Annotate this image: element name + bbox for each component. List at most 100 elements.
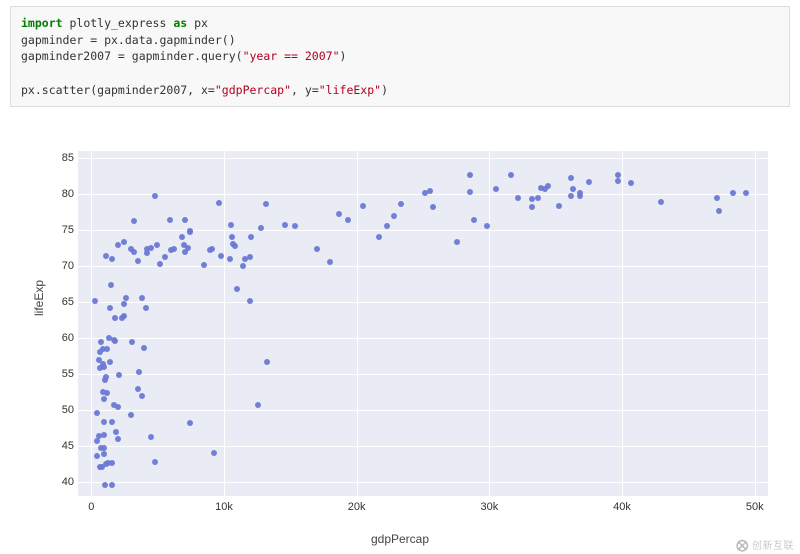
data-point[interactable] (493, 186, 499, 192)
data-point[interactable] (92, 298, 98, 304)
data-point[interactable] (716, 208, 722, 214)
data-point[interactable] (398, 201, 404, 207)
data-point[interactable] (152, 193, 158, 199)
data-point[interactable] (228, 222, 234, 228)
data-point[interactable] (529, 196, 535, 202)
data-point[interactable] (187, 420, 193, 426)
data-point[interactable] (168, 247, 174, 253)
data-point[interactable] (240, 263, 246, 269)
data-point[interactable] (94, 453, 100, 459)
data-point[interactable] (101, 432, 107, 438)
data-point[interactable] (216, 200, 222, 206)
data-point[interactable] (109, 256, 115, 262)
data-point[interactable] (730, 190, 736, 196)
data-point[interactable] (109, 419, 115, 425)
data-point[interactable] (430, 204, 436, 210)
data-point[interactable] (360, 203, 366, 209)
data-point[interactable] (255, 402, 261, 408)
data-point[interactable] (264, 359, 270, 365)
data-point[interactable] (282, 222, 288, 228)
data-point[interactable] (570, 186, 576, 192)
data-point[interactable] (167, 217, 173, 223)
data-point[interactable] (103, 461, 109, 467)
data-point[interactable] (515, 195, 521, 201)
data-point[interactable] (121, 301, 127, 307)
data-point[interactable] (94, 410, 100, 416)
data-point[interactable] (98, 339, 104, 345)
data-point[interactable] (577, 190, 583, 196)
data-point[interactable] (586, 179, 592, 185)
data-point[interactable] (115, 436, 121, 442)
data-point[interactable] (201, 262, 207, 268)
data-point[interactable] (111, 402, 117, 408)
data-point[interactable] (556, 203, 562, 209)
data-point[interactable] (508, 172, 514, 178)
data-point[interactable] (327, 259, 333, 265)
data-point[interactable] (157, 261, 163, 267)
data-point[interactable] (471, 217, 477, 223)
data-point[interactable] (714, 195, 720, 201)
data-point[interactable] (207, 247, 213, 253)
data-point[interactable] (128, 412, 134, 418)
data-point[interactable] (109, 482, 115, 488)
data-point[interactable] (182, 217, 188, 223)
data-point[interactable] (384, 223, 390, 229)
data-point[interactable] (232, 243, 238, 249)
data-point[interactable] (101, 445, 107, 451)
data-point[interactable] (227, 256, 233, 262)
data-point[interactable] (135, 258, 141, 264)
data-point[interactable] (336, 211, 342, 217)
data-point[interactable] (107, 359, 113, 365)
data-point[interactable] (108, 282, 114, 288)
data-point[interactable] (542, 186, 548, 192)
data-point[interactable] (743, 190, 749, 196)
data-point[interactable] (101, 396, 107, 402)
data-point[interactable] (314, 246, 320, 252)
data-point[interactable] (141, 345, 147, 351)
data-point[interactable] (103, 253, 109, 259)
data-point[interactable] (258, 225, 264, 231)
data-point[interactable] (263, 201, 269, 207)
data-point[interactable] (102, 482, 108, 488)
data-point[interactable] (187, 229, 193, 235)
data-point[interactable] (113, 429, 119, 435)
data-point[interactable] (234, 286, 240, 292)
data-point[interactable] (628, 180, 634, 186)
data-point[interactable] (121, 239, 127, 245)
data-point[interactable] (568, 175, 574, 181)
data-point[interactable] (112, 338, 118, 344)
scatter-plot[interactable] (78, 151, 768, 496)
data-point[interactable] (135, 386, 141, 392)
data-point[interactable] (123, 295, 129, 301)
data-point[interactable] (376, 234, 382, 240)
data-point[interactable] (162, 254, 168, 260)
data-point[interactable] (185, 245, 191, 251)
data-point[interactable] (106, 335, 112, 341)
data-point[interactable] (100, 361, 106, 367)
data-point[interactable] (345, 217, 351, 223)
data-point[interactable] (229, 234, 235, 240)
data-point[interactable] (129, 339, 135, 345)
data-point[interactable] (247, 298, 253, 304)
data-point[interactable] (115, 242, 121, 248)
data-point[interactable] (248, 234, 254, 240)
data-point[interactable] (152, 459, 158, 465)
data-point[interactable] (292, 223, 298, 229)
data-point[interactable] (101, 451, 107, 457)
data-point[interactable] (179, 234, 185, 240)
data-point[interactable] (247, 254, 253, 260)
data-point[interactable] (568, 193, 574, 199)
data-point[interactable] (535, 195, 541, 201)
data-point[interactable] (139, 393, 145, 399)
data-point[interactable] (211, 450, 217, 456)
data-point[interactable] (391, 213, 397, 219)
data-point[interactable] (154, 242, 160, 248)
data-point[interactable] (467, 172, 473, 178)
data-point[interactable] (148, 434, 154, 440)
data-point[interactable] (94, 438, 100, 444)
data-point[interactable] (139, 295, 145, 301)
data-point[interactable] (131, 218, 137, 224)
data-point[interactable] (100, 389, 106, 395)
data-point[interactable] (143, 305, 149, 311)
data-point[interactable] (615, 178, 621, 184)
